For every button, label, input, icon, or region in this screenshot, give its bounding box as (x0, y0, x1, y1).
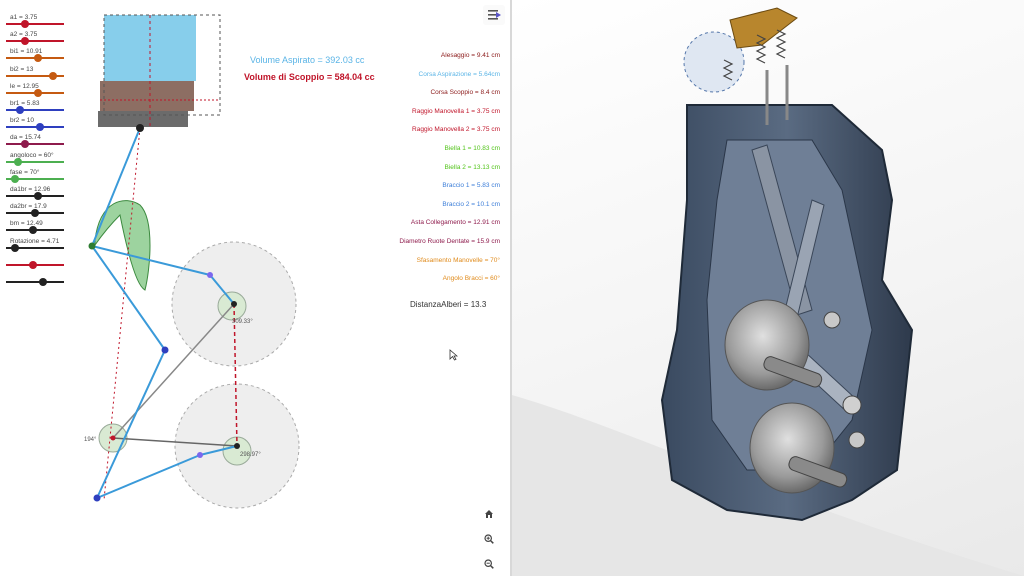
bolt-2 (842, 395, 862, 415)
parameter-text: Diametro Ruote Dentate = 15.9 cm (399, 238, 500, 245)
home-button[interactable] (480, 505, 498, 523)
parameter-text: Braccio 2 = 10.1 cm (442, 200, 500, 208)
bolt-3 (848, 431, 866, 449)
zoom-in-button[interactable] (480, 530, 498, 548)
zoom-out-button[interactable] (480, 555, 498, 573)
menu-icon (488, 10, 501, 20)
zoom-out-icon (484, 559, 494, 569)
zoom-in-icon (484, 534, 494, 544)
parameter-text: Angolo Bracci = 60° (442, 275, 500, 283)
engine-model (512, 7, 1024, 576)
parameter-text: Asta Collegamento = 12.91 cm (410, 219, 500, 227)
parameter-text: Sfasamento Manovelle = 70° (416, 256, 500, 264)
bolt-1 (823, 311, 841, 329)
parameter-text: Corsa Scoppio = 8.4 cm (430, 89, 500, 97)
parameter-text: Biella 2 = 13.13 cm (444, 163, 500, 171)
parameter-text: Braccio 1 = 5.83 cm (442, 182, 500, 190)
parameter-text: Corsa Aspirazione = 5.64cm (418, 70, 500, 78)
parameter-text: Biella 1 = 10.83 cm (444, 145, 500, 152)
home-icon (485, 510, 493, 518)
engine-cad-render (512, 0, 1024, 576)
parameter-text: Raggio Manovella 1 = 3.75 cm (412, 107, 500, 115)
rocker-arm (729, 7, 798, 49)
parameter-text: Alesaggio = 9.41 cm (440, 52, 500, 59)
geogebra-applet: 309.33° 194° 298.97° a1 = 3.75 a2 = 3.75 b… (0, 0, 510, 576)
parameter-text: Raggio Manovella 2 = 3.75 cm (412, 126, 500, 134)
cursor-icon (449, 349, 458, 361)
parameter-list: Alesaggio = 9.41 cm Corsa Aspirazione = 5… (0, 0, 510, 576)
menu-button[interactable] (483, 5, 505, 25)
distanza-alberi: DistanzaAlberi = 13.3 (410, 300, 487, 309)
